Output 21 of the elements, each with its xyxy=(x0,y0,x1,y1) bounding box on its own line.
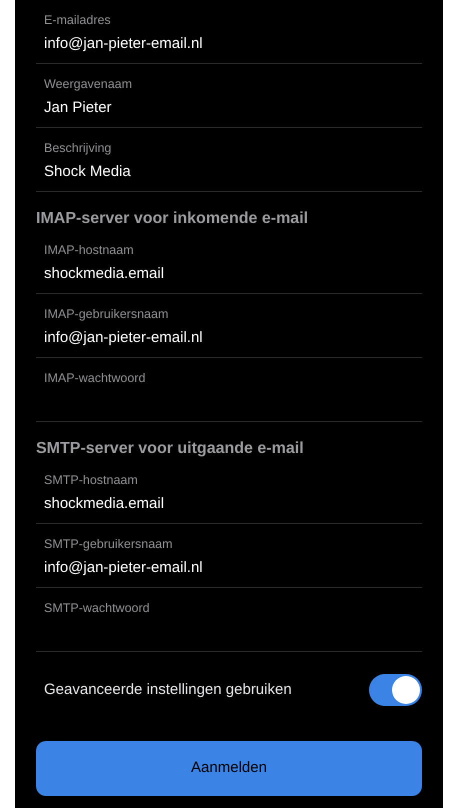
toggle-switch[interactable] xyxy=(369,674,422,706)
field-label: IMAP-wachtwoord xyxy=(44,370,146,386)
section-heading: IMAP-server voor inkomende e-mail xyxy=(36,209,308,229)
field-label: IMAP-gebruikersnaam xyxy=(44,306,168,322)
field-label: E-mailadres xyxy=(44,12,111,28)
field-label: IMAP-hostnaam xyxy=(44,242,134,258)
field-label: Beschrijving xyxy=(44,140,112,156)
input-field[interactable]: info@jan-pieter-email.nl xyxy=(44,558,422,578)
input-field[interactable]: Jan Pieter xyxy=(44,98,422,118)
input-field[interactable]: info@jan-pieter-email.nl xyxy=(44,328,422,348)
input-field[interactable]: shockmedia.email xyxy=(44,264,422,284)
input-field[interactable]: Shock Media xyxy=(44,162,422,182)
field-label: SMTP-hostnaam xyxy=(44,472,138,488)
input-field[interactable]: shockmedia.email xyxy=(44,494,422,514)
field-label: SMTP-gebruikersnaam xyxy=(44,536,173,552)
field-label: SMTP-wachtwoord xyxy=(44,600,150,616)
field-label: Weergavenaam xyxy=(44,76,132,92)
toggle-label: Geavanceerde instellingen gebruiken xyxy=(44,680,292,700)
input-field[interactable]: info@jan-pieter-email.nl xyxy=(44,34,422,54)
sign-in-button[interactable]: Aanmelden xyxy=(36,741,422,796)
section-heading: SMTP-server voor uitgaande e-mail xyxy=(36,439,304,459)
